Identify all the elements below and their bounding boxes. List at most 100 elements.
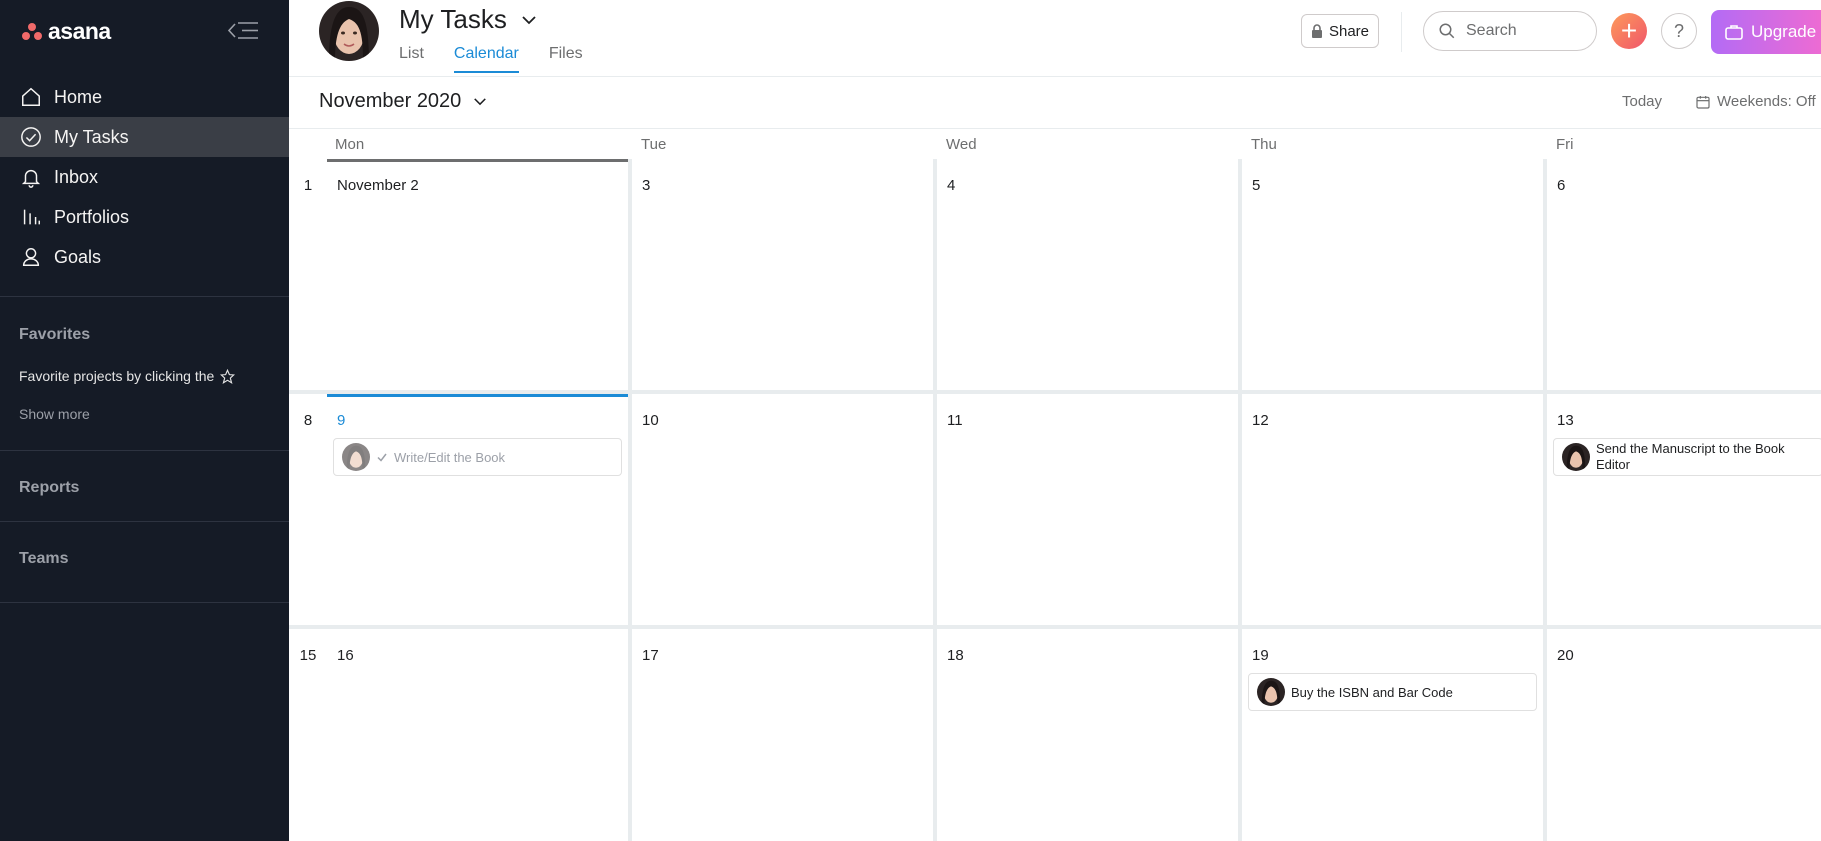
help-button[interactable]: ? <box>1661 13 1697 49</box>
avatar-image <box>342 443 370 471</box>
bar-chart-icon <box>23 209 40 225</box>
home-icon <box>22 87 40 106</box>
day-cell[interactable]: 3 <box>632 159 933 390</box>
day-number: 20 <box>1557 647 1574 664</box>
weekends-toggle[interactable]: Weekends: Off <box>1695 93 1816 110</box>
task-title: Write/Edit the Book <box>394 449 506 465</box>
header-divider <box>1401 12 1402 52</box>
star-icon <box>220 368 236 384</box>
day-cell[interactable]: 10 <box>632 394 933 625</box>
day-cell[interactable]: 18 <box>937 629 1238 841</box>
collapse-menu-icon <box>227 22 258 39</box>
weekday-label: Thu <box>1251 136 1277 153</box>
weekday-header-row: Mon Tue Wed Thu Fri <box>289 129 1821 159</box>
asana-logo-text: asana <box>48 18 111 44</box>
search-input[interactable]: Search <box>1423 11 1597 51</box>
weekends-label: Weekends: Off <box>1717 93 1816 110</box>
quick-add-button[interactable]: + <box>1611 13 1647 49</box>
day-number: 19 <box>1252 647 1269 664</box>
week-number: 8 <box>303 412 313 429</box>
favorites-heading[interactable]: Favorites <box>19 326 90 344</box>
sidebar-item-label: Goals <box>54 246 102 267</box>
day-cell[interactable]: 20 <box>1547 629 1821 841</box>
day-cell[interactable]: 17 <box>632 629 933 841</box>
tab-list[interactable]: List <box>399 45 424 73</box>
task-card[interactable]: Send the Manuscript to the Book Editor <box>1553 438 1821 476</box>
sidebar-item-inbox[interactable]: Inbox <box>0 157 289 197</box>
day-number: 17 <box>642 647 659 664</box>
day-number: November 2 <box>337 177 419 194</box>
reports-heading[interactable]: Reports <box>19 479 79 497</box>
day-number: 13 <box>1557 412 1574 429</box>
avatar-image <box>319 1 379 61</box>
calendar-toolbar: November 2020 Today Weekends: Off <box>289 77 1821 129</box>
weekday-label: Tue <box>641 136 667 153</box>
upgrade-button[interactable]: Upgrade <box>1711 10 1821 54</box>
day-cell[interactable]: 5 <box>1242 159 1543 390</box>
check-icon[interactable] <box>376 451 388 463</box>
tab-calendar[interactable]: Calendar <box>453 45 519 73</box>
weekday-label: Fri <box>1556 136 1574 153</box>
chevron-down-icon <box>522 15 536 24</box>
assignee-avatar <box>1257 678 1285 706</box>
day-cell[interactable]: 9 Write/Edit the Book <box>327 394 628 625</box>
day-cell[interactable]: November 2 <box>327 159 628 390</box>
task-card[interactable]: Write/Edit the Book <box>333 438 622 476</box>
day-cell[interactable]: 16 <box>327 629 628 841</box>
week-number: 15 <box>299 647 317 664</box>
day-number: 10 <box>642 412 659 429</box>
day-cell[interactable]: 11 <box>937 394 1238 625</box>
show-more-link[interactable]: Show more <box>19 406 90 422</box>
page-header: My Tasks List Calendar Files Share Searc… <box>289 0 1821 77</box>
sidebar-item-my-tasks[interactable]: My Tasks <box>0 117 289 157</box>
day-number: 4 <box>947 177 956 194</box>
sidebar-item-portfolios[interactable]: Portfolios <box>0 197 289 237</box>
avatar-image <box>1562 443 1590 471</box>
sidebar-divider <box>0 450 289 451</box>
asana-logo[interactable]: asana <box>22 18 111 45</box>
sidebar-item-label: Home <box>54 86 103 107</box>
briefcase-icon <box>1725 25 1743 40</box>
bell-icon <box>21 169 41 188</box>
sidebar-item-label: My Tasks <box>54 126 129 147</box>
favorites-hint: Favorite projects by clicking the <box>19 368 236 384</box>
lock-icon <box>1311 24 1322 38</box>
sidebar-item-label: Portfolios <box>54 206 130 227</box>
task-card[interactable]: Buy the ISBN and Bar Code <box>1248 673 1537 711</box>
tab-files[interactable]: Files <box>549 45 583 73</box>
person-icon <box>22 248 40 266</box>
collapse-sidebar-button[interactable] <box>226 18 262 44</box>
task-title: Buy the ISBN and Bar Code <box>1291 684 1453 700</box>
calendar-grid: 1 8 15 November 2 3 4 5 6 9 Write/Edit t… <box>289 159 1821 841</box>
day-cell[interactable]: 6 <box>1547 159 1821 390</box>
sidebar-item-home[interactable]: Home <box>0 77 289 117</box>
day-cell[interactable]: 12 <box>1242 394 1543 625</box>
weekday-label: Mon <box>335 136 365 153</box>
check-circle-icon <box>21 127 41 147</box>
favorites-hint-text: Favorite projects by clicking the <box>19 368 215 384</box>
user-avatar[interactable] <box>319 1 379 61</box>
view-tabs: List Calendar Files <box>399 45 583 73</box>
task-title: Send the Manuscript to the Book Editor <box>1596 441 1785 472</box>
sidebar-item-goals[interactable]: Goals <box>0 237 289 277</box>
day-number: 12 <box>1252 412 1269 429</box>
today-button[interactable]: Today <box>1622 93 1662 110</box>
calendar-icon <box>1696 95 1710 109</box>
month-label: November 2020 <box>319 90 462 112</box>
month-picker[interactable]: November 2020 <box>319 90 487 113</box>
day-number-today: 9 <box>337 412 346 429</box>
avatar-image <box>1257 678 1285 706</box>
day-cell[interactable]: 13 Send the Manuscript to the Book Edito… <box>1547 394 1821 625</box>
day-cell[interactable]: 4 <box>937 159 1238 390</box>
today-indicator <box>327 394 628 397</box>
today-week-indicator <box>327 159 628 162</box>
asana-logo-icon <box>22 22 42 41</box>
share-button[interactable]: Share <box>1301 14 1379 48</box>
day-number: 5 <box>1252 177 1261 194</box>
teams-heading[interactable]: Teams <box>19 550 69 568</box>
assignee-avatar <box>1562 443 1590 471</box>
day-cell[interactable]: 19 Buy the ISBN and Bar Code <box>1242 629 1543 841</box>
sidebar-nav: Home My Tasks Inbox Portfolios Goals <box>0 77 289 277</box>
day-number: 3 <box>642 177 651 194</box>
page-title[interactable]: My Tasks <box>399 4 537 35</box>
